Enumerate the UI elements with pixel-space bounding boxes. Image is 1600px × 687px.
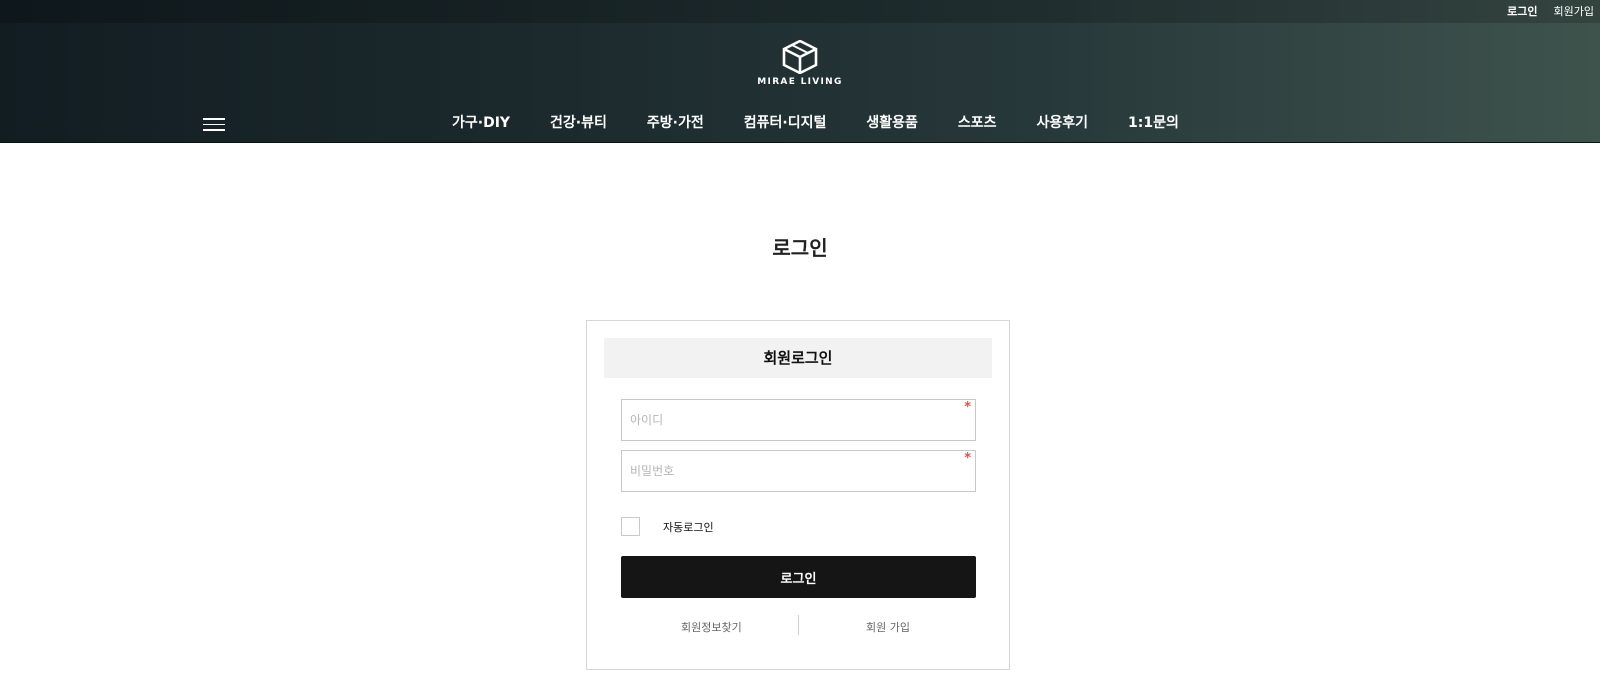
nav-item-kitchen-appliance[interactable]: 주방·가전 [647, 112, 704, 132]
top-bar: 로그인 회원가입 [0, 0, 1600, 23]
nav-item-computer-digital[interactable]: 컴퓨터·디지털 [744, 112, 827, 132]
main-nav: 가구·DIY 건강·뷰티 주방·가전 컴퓨터·디지털 생활용품 스포츠 사용후기… [452, 112, 1219, 132]
site-logo[interactable]: MIRAE LIVING [755, 40, 845, 92]
auto-login: 자동로그인 [621, 517, 714, 536]
join-link[interactable]: 회원 가입 [866, 619, 910, 635]
bottom-links: 회원정보찾기 회원 가입 [621, 615, 976, 635]
id-field: * [621, 399, 976, 441]
auto-login-checkbox[interactable] [621, 517, 640, 536]
link-divider [798, 615, 799, 635]
top-login-link[interactable]: 로그인 [1507, 3, 1537, 19]
find-member-info-link[interactable]: 회원정보찾기 [681, 619, 742, 635]
nav-item-living-goods[interactable]: 생활용품 [866, 112, 918, 132]
id-required-mark: * [964, 400, 971, 415]
password-required-mark: * [964, 451, 971, 466]
mirae-living-logo-icon [782, 40, 818, 74]
nav-item-inquiry[interactable]: 1:1문의 [1128, 112, 1179, 132]
nav-item-furniture-diy[interactable]: 가구·DIY [452, 112, 510, 132]
top-links: 로그인 회원가입 [1507, 3, 1594, 19]
login-button[interactable]: 로그인 [621, 556, 976, 598]
site-header: 로그인 회원가입 MIRAE LIVING 가구·DIY 건강·뷰티 주방·가전… [0, 0, 1600, 143]
id-input[interactable] [622, 400, 975, 440]
nav-item-reviews[interactable]: 사용후기 [1037, 112, 1089, 132]
password-input[interactable] [622, 451, 975, 491]
auto-login-label[interactable]: 자동로그인 [663, 519, 714, 535]
member-login-box: 회원로그인 * * 자동로그인 로그인 회원정보찾기 회원 가입 [586, 320, 1010, 670]
hamburger-icon[interactable] [203, 118, 225, 134]
nav-item-health-beauty[interactable]: 건강·뷰티 [550, 112, 607, 132]
page-title: 로그인 [772, 236, 828, 260]
top-join-link[interactable]: 회원가입 [1554, 3, 1594, 19]
login-box-title: 회원로그인 [604, 338, 992, 378]
logo-text: MIRAE LIVING [757, 77, 843, 87]
password-field: * [621, 450, 976, 492]
nav-item-sports[interactable]: 스포츠 [958, 112, 997, 132]
